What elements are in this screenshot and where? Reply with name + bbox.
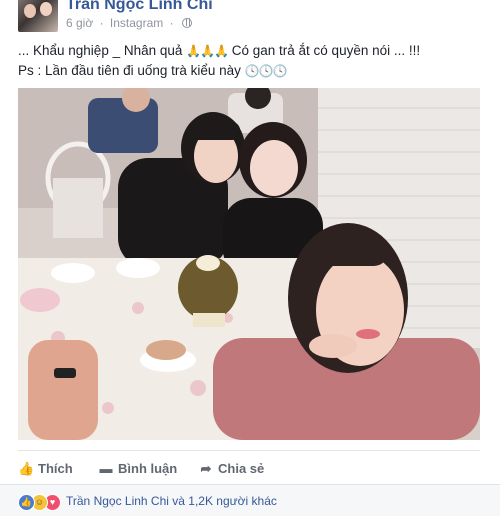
- like-label: Thích: [38, 461, 73, 476]
- teacup: [116, 258, 160, 278]
- avatar-face: [24, 4, 36, 18]
- post-actions: 👍 Thích ▬ Bình luận ➦ Chia sẻ: [18, 450, 480, 485]
- girl-3-hand: [309, 334, 357, 358]
- girl-1-bangs: [190, 122, 240, 140]
- background-person: [88, 98, 158, 153]
- girl-2-face: [250, 140, 298, 196]
- meta-separator: ·: [169, 16, 174, 30]
- reactions-bar: 👍 ☺ ♥ Trần Ngọc Linh Chi và 1,2K người k…: [0, 484, 500, 516]
- post-text-part: Ps : Lần đầu tiên đi uống trà kiểu này: [18, 63, 241, 78]
- comment-button[interactable]: ▬ Bình luận: [98, 461, 178, 476]
- white-chair-seat: [53, 178, 103, 238]
- like-reaction-icon[interactable]: 👍: [18, 494, 35, 511]
- post-text-line: ... Khẩu nghiệp _ Nhân quả 🙏🙏🙏 Có gan tr…: [18, 41, 488, 61]
- share-label: Chia sẻ: [218, 461, 265, 476]
- girl-3-bangs: [308, 238, 388, 266]
- thumbs-up-icon: 👍: [18, 461, 35, 476]
- share-arrow-icon: ➦: [200, 461, 212, 476]
- author-avatar[interactable]: [18, 0, 58, 32]
- pink-cup: [20, 288, 60, 312]
- milk-tea: [146, 340, 186, 360]
- post-photo[interactable]: [18, 88, 480, 440]
- post-text: ... Khẩu nghiệp _ Nhân quả 🙏🙏🙏 Có gan tr…: [18, 41, 488, 81]
- hand: [28, 340, 98, 440]
- watch: [54, 368, 76, 378]
- like-button[interactable]: 👍 Thích: [18, 461, 73, 477]
- post-meta: 6 giờ · Instagram ·: [66, 16, 192, 30]
- folded-hands-emoji: 🙏🙏🙏: [186, 44, 229, 58]
- post-time[interactable]: 6 giờ: [66, 16, 93, 30]
- post-source[interactable]: Instagram: [110, 16, 163, 30]
- photo-illustration: [18, 88, 480, 440]
- meta-separator: ·: [99, 16, 104, 30]
- teapot-base: [193, 313, 225, 327]
- post-text-part: Có gan trả ắt có quyền nói ... !!!: [231, 43, 421, 58]
- girl-3-lips: [356, 329, 380, 339]
- teacup: [51, 263, 95, 283]
- comment-icon: ▬: [99, 461, 113, 476]
- post-text-line: Ps : Lần đầu tiên đi uống trà kiểu này 🕓…: [18, 61, 488, 81]
- share-button[interactable]: ➦ Chia sẻ: [198, 461, 265, 477]
- comment-label: Bình luận: [118, 461, 178, 476]
- author-name[interactable]: Trần Ngọc Linh Chi: [66, 0, 213, 14]
- post-header: Trần Ngọc Linh Chi 6 giờ · Instagram ·: [0, 0, 500, 40]
- facebook-post: Trần Ngọc Linh Chi 6 giờ · Instagram · .…: [0, 0, 500, 516]
- avatar-face: [40, 2, 52, 16]
- teapot-lid: [196, 255, 220, 271]
- globe-icon[interactable]: [181, 18, 192, 28]
- reactions-summary[interactable]: Trần Ngọc Linh Chi và 1,2K người khác: [66, 494, 277, 508]
- post-text-part: ... Khẩu nghiệp _ Nhân quả: [18, 43, 183, 58]
- clock-emoji: 🕓🕓🕓: [244, 64, 288, 78]
